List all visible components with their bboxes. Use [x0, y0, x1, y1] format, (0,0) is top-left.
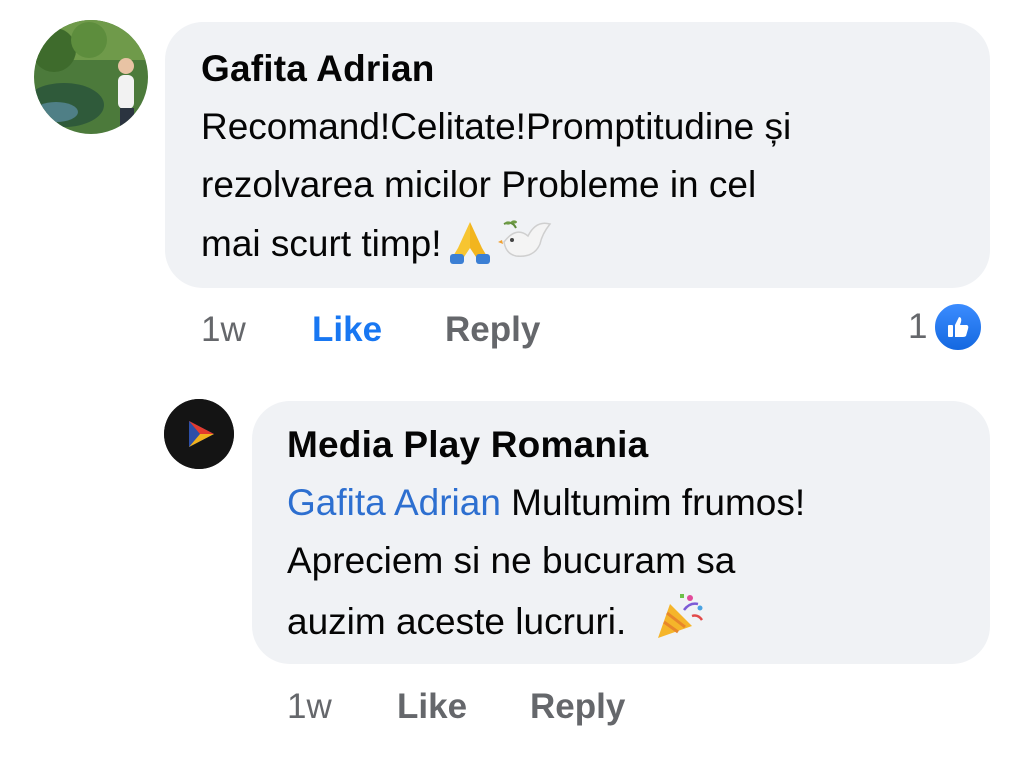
reply-reply-button[interactable]: Reply — [530, 687, 625, 727]
comment-like-button[interactable]: Like — [312, 310, 382, 350]
comment-reaction-summary[interactable]: 1 — [908, 302, 984, 352]
reply-timestamp[interactable]: 1w — [287, 687, 332, 727]
comment-text-line: Recomand!Celitate!Promptitudine și — [201, 106, 792, 147]
comment-text: Recomand!Celitate!Promptitudine și rezol… — [201, 98, 971, 281]
reply-author-name[interactable]: Media Play Romania — [287, 424, 648, 466]
reply-text-line: Apreciem si ne bucuram sa — [287, 540, 736, 581]
mention-link[interactable]: Gafita Adrian — [287, 482, 501, 523]
folded-hands-icon — [448, 218, 492, 281]
comment-text-line: mai scurt timp! — [201, 214, 971, 281]
comment-timestamp[interactable]: 1w — [201, 310, 246, 350]
party-popper-icon — [654, 590, 706, 659]
avatar-gafita-adrian[interactable] — [34, 20, 148, 134]
dove-icon — [497, 214, 554, 281]
reply-text-line: Gafita Adrian Multumim frumos! — [287, 474, 977, 532]
comment-author-name[interactable]: Gafita Adrian — [201, 48, 435, 90]
profile-photo — [34, 20, 148, 134]
reply-text-line: auzim aceste lucruri. — [287, 590, 977, 659]
reply-text: Gafita Adrian Multumim frumos! Apreciem … — [287, 474, 977, 659]
reply-text-line-content: auzim aceste lucruri. — [287, 601, 627, 642]
avatar-media-play-romania[interactable] — [164, 399, 234, 469]
comment-text-line: rezolvarea micilor Probleme in cel — [201, 164, 757, 205]
reply-text-fragment: Multumim frumos! — [500, 482, 806, 523]
media-play-logo — [164, 399, 234, 469]
reply-like-button[interactable]: Like — [397, 687, 467, 727]
reaction-count: 1 — [908, 307, 928, 346]
thumbs-up-icon — [933, 302, 984, 352]
comment-text-line-content: mai scurt timp! — [201, 223, 442, 264]
comment-reply-button[interactable]: Reply — [445, 310, 540, 350]
